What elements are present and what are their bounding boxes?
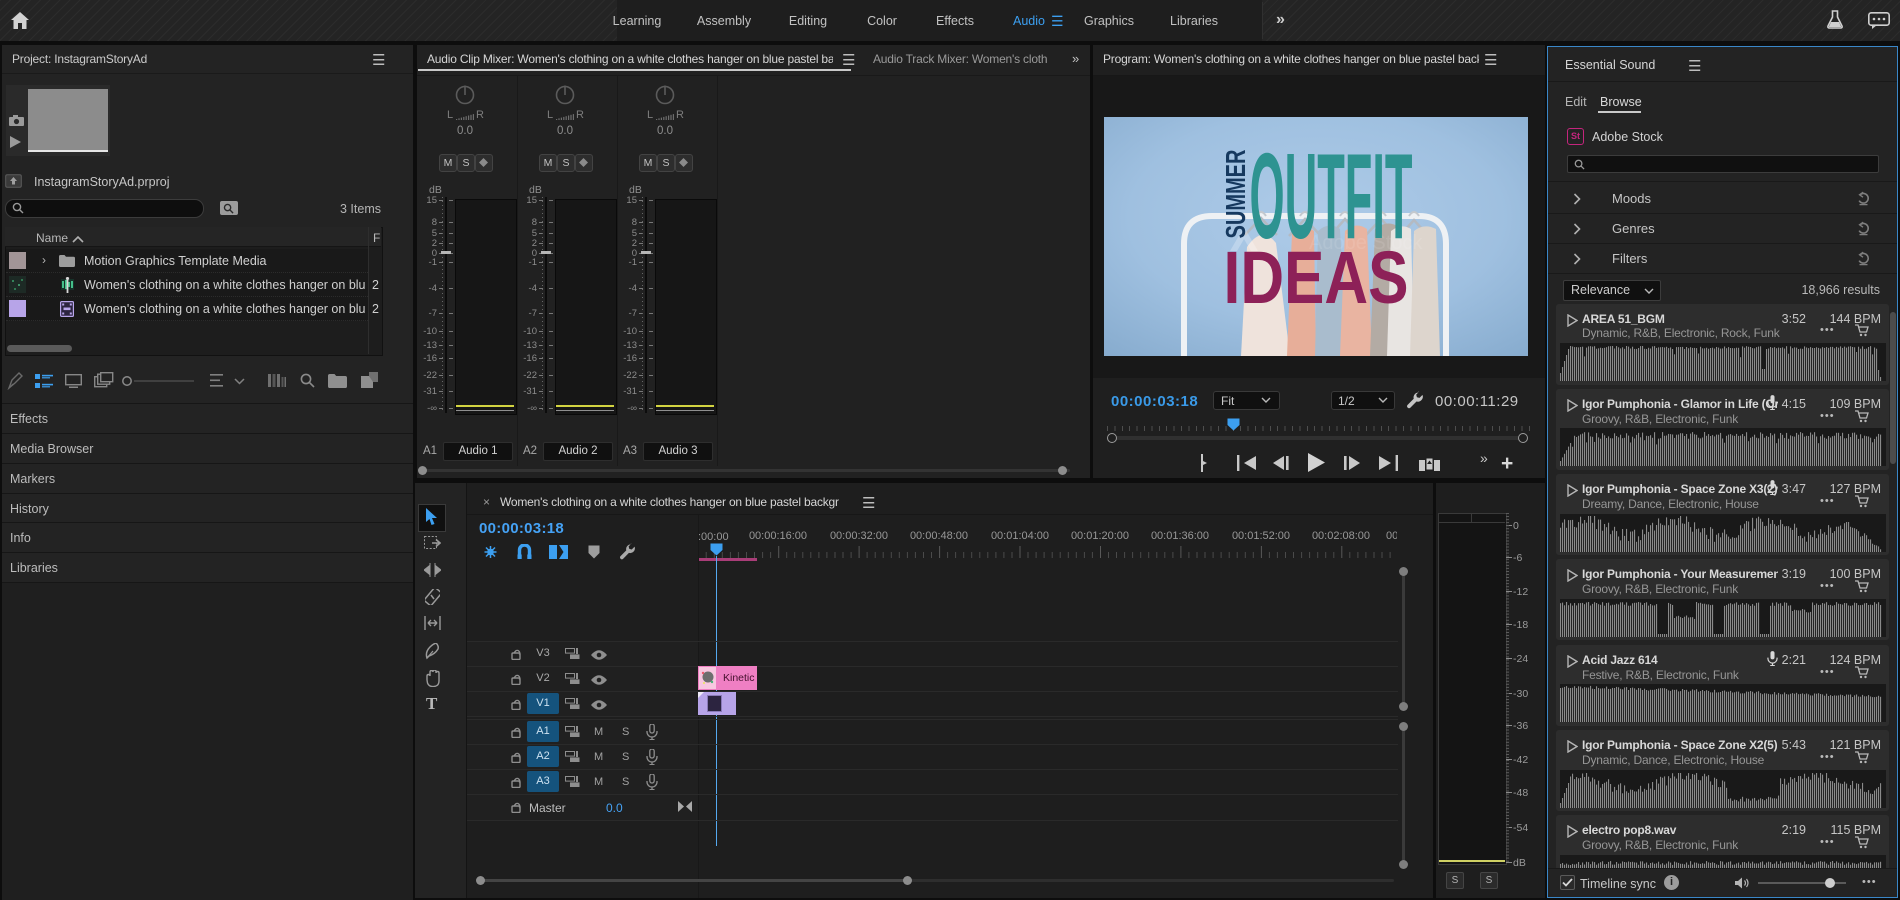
svg-text:IDEAS: IDEAS	[1224, 236, 1409, 319]
svg-text:SUMMER: SUMMER	[1220, 149, 1251, 238]
